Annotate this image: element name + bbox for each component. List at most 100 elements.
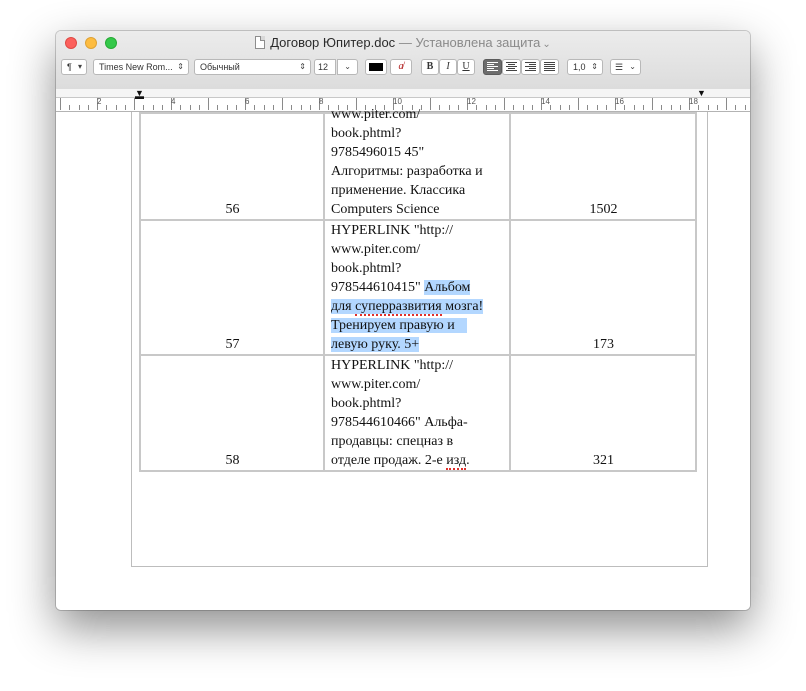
font-family-popup[interactable]: Times New Rom... ⇕ bbox=[93, 59, 189, 75]
cell-text-line: отделе продаж. 2-е изд. bbox=[331, 451, 504, 470]
misspelled-word[interactable]: суперразвития bbox=[355, 299, 442, 316]
line-spacing-popup[interactable]: 1,0 ⇕ bbox=[567, 59, 603, 75]
right-indent-marker-icon[interactable]: ▼ bbox=[697, 89, 706, 98]
window-chrome: Договор Юпитер.doc — Установлена защита ⌄… bbox=[56, 31, 750, 112]
table-cell-title[interactable]: www.piter.com/ book.phtml? 9785496015 45… bbox=[323, 107, 511, 221]
table-cell-value[interactable]: 321 bbox=[509, 354, 697, 472]
document-icon bbox=[255, 36, 266, 49]
selected-word: мозга! bbox=[445, 299, 484, 314]
list-bullets-popup[interactable]: ☰ ⌄ bbox=[610, 59, 641, 75]
font-typeface-value: Обычный bbox=[200, 62, 240, 72]
justify-button[interactable] bbox=[540, 59, 559, 75]
window-title[interactable]: Договор Юпитер.doc — Установлена защита ⌄ bbox=[56, 35, 750, 50]
text-color-swatch bbox=[369, 63, 383, 71]
font-size-value: 12 bbox=[318, 62, 329, 72]
font-size-field[interactable]: 12 bbox=[314, 59, 336, 75]
document-area[interactable]: 56 www.piter.com/ book.phtml? 9785496015… bbox=[56, 107, 750, 610]
ruler-tick bbox=[180, 105, 181, 110]
ruler-tick bbox=[125, 105, 126, 110]
ruler-number: 4 bbox=[171, 97, 176, 106]
selected-text[interactable]: Тренируем правую и bbox=[331, 318, 467, 333]
misspelled-word[interactable]: изд bbox=[446, 453, 467, 470]
updown-icon: ⇕ bbox=[591, 62, 598, 71]
ruler-tick bbox=[217, 105, 218, 110]
table-cell-title[interactable]: HYPERLINK "http:// www.piter.com/ book.p… bbox=[323, 354, 511, 472]
ruler-tick bbox=[560, 105, 561, 110]
ruler-tick bbox=[190, 105, 191, 110]
cell-text-line: для суперразвития мозга! bbox=[331, 297, 504, 316]
align-center-button[interactable] bbox=[502, 59, 521, 75]
cell-text-line: Тренируем правую и bbox=[331, 316, 504, 335]
font-size-menu[interactable]: ⌄ bbox=[337, 59, 358, 75]
table-cell-number[interactable]: 57 bbox=[139, 219, 325, 356]
ruler-tick bbox=[587, 105, 588, 110]
ruler-number: 6 bbox=[245, 97, 250, 106]
ruler-tick bbox=[597, 105, 598, 110]
cell-text-line: HYPERLINK "http:// bbox=[331, 223, 453, 238]
ruler-tick bbox=[726, 98, 727, 110]
table-cell-value[interactable]: 173 bbox=[509, 219, 697, 356]
ruler-number: 16 bbox=[615, 97, 624, 106]
align-left-button[interactable] bbox=[483, 59, 502, 75]
align-right-button[interactable] bbox=[521, 59, 540, 75]
selected-text[interactable]: левую руку. 5+ bbox=[331, 337, 420, 352]
ruler-tick bbox=[301, 105, 302, 110]
cell-text-line: 9785496015 45" bbox=[331, 145, 425, 160]
align-justify-icon bbox=[544, 62, 555, 71]
ruler-tick bbox=[643, 105, 644, 110]
align-right-icon bbox=[525, 62, 536, 71]
ruler-tick bbox=[708, 105, 709, 110]
bold-button[interactable]: B bbox=[421, 59, 439, 75]
ruler-tick bbox=[735, 105, 736, 110]
ruler-tick bbox=[523, 105, 524, 110]
table-row[interactable]: 56 www.piter.com/ book.phtml? 9785496015… bbox=[139, 107, 697, 221]
italic-button[interactable]: I bbox=[439, 59, 457, 75]
table-cell-number[interactable]: 56 bbox=[139, 112, 325, 221]
ruler-tick bbox=[578, 98, 579, 110]
font-family-value: Times New Rom... bbox=[99, 62, 173, 72]
cell-text-line: HYPERLINK "http:// bbox=[331, 358, 453, 373]
ruler-tick bbox=[227, 105, 228, 110]
textedit-window: Договор Юпитер.doc — Установлена защита ⌄… bbox=[56, 31, 750, 610]
ruler-tick bbox=[60, 98, 61, 110]
highlight-color-well[interactable]: a̸ bbox=[390, 59, 412, 75]
ruler-tick bbox=[698, 105, 699, 110]
cell-text-line: применение. Классика bbox=[331, 183, 466, 198]
table-cell-title[interactable]: HYPERLINK "http:// www.piter.com/ book.p… bbox=[323, 219, 511, 356]
table-cell-number[interactable]: 58 bbox=[139, 354, 325, 472]
ruler-tick bbox=[254, 105, 255, 110]
bullet-list-icon: ☰ bbox=[615, 62, 624, 72]
cell-text-line: book.phtml? bbox=[331, 396, 402, 411]
selected-text[interactable]: для суперразвития мозга! bbox=[331, 299, 484, 316]
selected-word: для bbox=[331, 299, 352, 314]
document-table[interactable]: 56 www.piter.com/ book.phtml? 9785496015… bbox=[139, 107, 697, 472]
isbn-text: 978544610415" bbox=[331, 280, 421, 295]
font-typeface-popup[interactable]: Обычный ⇕ bbox=[194, 59, 311, 75]
ruler-tick bbox=[88, 105, 89, 110]
ruler-tick bbox=[291, 105, 292, 110]
protection-status: Установлена защита bbox=[415, 35, 541, 50]
paragraph-styles-popup[interactable]: ¶ ▾ bbox=[61, 59, 87, 75]
table-row[interactable]: 57 HYPERLINK "http:// www.piter.com/ boo… bbox=[139, 219, 697, 356]
ruler-tick bbox=[569, 105, 570, 110]
document-name: Договор Юпитер.doc bbox=[270, 35, 396, 50]
table-cell-value[interactable]: 1502 bbox=[509, 112, 697, 221]
ruler-tick bbox=[310, 105, 311, 110]
selected-text[interactable]: Альбом bbox=[424, 280, 471, 295]
ruler-tick bbox=[680, 105, 681, 110]
paragraph-icon: ¶ bbox=[67, 62, 72, 72]
ruler-number: 8 bbox=[319, 97, 324, 106]
ruler-tick bbox=[264, 105, 265, 110]
table-row[interactable]: 58 HYPERLINK "http:// www.piter.com/ boo… bbox=[139, 354, 697, 472]
text-color-well[interactable] bbox=[365, 59, 387, 75]
ruler-tick bbox=[550, 105, 551, 110]
ruler-tick bbox=[328, 105, 329, 110]
ruler-tick bbox=[199, 105, 200, 110]
ruler-tick bbox=[652, 98, 653, 110]
first-line-indent-icon[interactable]: ▬ bbox=[135, 92, 144, 101]
underline-button[interactable]: U bbox=[457, 59, 475, 75]
ruler-tick bbox=[116, 105, 117, 110]
ruler-tick bbox=[143, 105, 144, 110]
cell-text-line: www.piter.com/ bbox=[331, 242, 421, 257]
cell-text-line: продавцы: спецназ в bbox=[331, 434, 454, 449]
